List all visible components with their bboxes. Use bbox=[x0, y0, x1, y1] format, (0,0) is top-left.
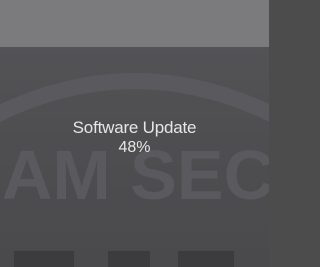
update-title: Software Update bbox=[72, 118, 197, 137]
bottom-tiles bbox=[0, 251, 269, 267]
update-status: Software Update 48% bbox=[0, 118, 269, 178]
software-update-screen: AM SEC Software Update 48% bbox=[0, 0, 269, 267]
bottom-tile bbox=[108, 251, 150, 267]
bottom-tile bbox=[178, 251, 234, 267]
bottom-tile bbox=[14, 251, 74, 267]
top-band bbox=[0, 0, 269, 47]
update-progress-percent: 48% bbox=[118, 139, 151, 156]
